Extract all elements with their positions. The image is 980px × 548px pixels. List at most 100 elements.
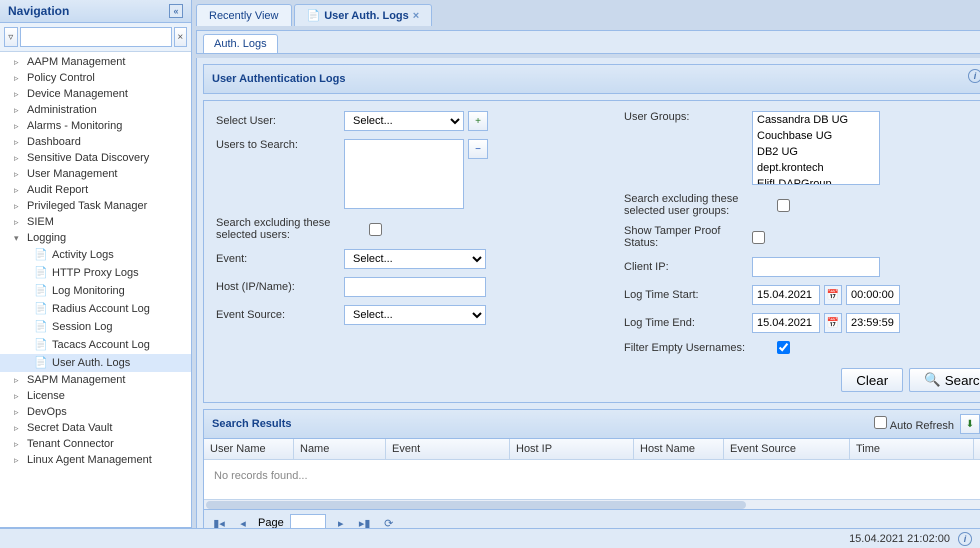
expand-icon: ▹ [14,455,23,466]
sidebar-child-item[interactable]: 📄Session Log [0,318,191,336]
expand-icon: ▹ [14,217,23,228]
calendar-icon[interactable]: 📅 [824,313,842,333]
sidebar-item[interactable]: ▹Sensitive Data Discovery [0,150,191,166]
sidebar-child-item[interactable]: 📄Radius Account Log [0,300,191,318]
main-area: Recently View 📄 User Auth. Logs × Auth. … [192,0,980,548]
sidebar-item[interactable]: ▹Administration [0,102,191,118]
add-user-icon[interactable]: + [468,111,488,131]
sidebar-item[interactable]: ▹Privileged Task Manager [0,198,191,214]
log-start-label: Log Time Start: [624,289,744,301]
expand-icon: ▹ [14,391,23,402]
exclude-users-checkbox[interactable] [369,223,382,236]
user-groups-label: User Groups: [624,111,744,123]
results-title: Search Results [212,418,291,430]
panel-title: User Authentication Logs [212,73,345,85]
list-item[interactable]: Cassandra DB UG [753,112,879,128]
sidebar-item[interactable]: ▹Policy Control [0,70,191,86]
users-to-search-box[interactable] [344,139,464,209]
tamper-checkbox[interactable] [752,231,765,244]
search-button[interactable]: 🔍Search [909,368,980,392]
sidebar-item[interactable]: ▹User Management [0,166,191,182]
export-icon[interactable]: ⬇ [960,414,980,434]
sidebar-child-item[interactable]: 📄User Auth. Logs [0,354,191,372]
column-header[interactable]: Host IP [510,439,634,459]
nav-toolbar: ▿ × [0,23,191,52]
log-icon: 📄 [307,9,321,22]
sidebar-item[interactable]: ▹AAPM Management [0,54,191,70]
collapse-icon: ▾ [14,233,23,244]
list-item[interactable]: ElifLDAPGroup [753,176,879,185]
filter-empty-checkbox[interactable] [777,341,790,354]
sidebar-item[interactable]: ▹DevOps [0,404,191,420]
sidebar-item[interactable]: ▹SAPM Management [0,372,191,388]
sidebar-child-item[interactable]: 📄HTTP Proxy Logs [0,264,191,282]
results-panel: Search Results Auto Refresh ⬇ ▴ User Nam… [203,409,980,537]
users-to-search-label: Users to Search: [216,139,336,151]
event-source-dropdown[interactable]: Select... [344,305,486,325]
sidebar-header: Navigation « [0,0,191,23]
tab-recently-view[interactable]: Recently View [196,4,292,26]
filter-empty-label: Filter Empty Usernames: [624,342,769,354]
sidebar-child-item[interactable]: 📄Log Monitoring [0,282,191,300]
log-end-label: Log Time End: [624,317,744,329]
log-type-icon: 📄 [34,266,48,280]
tab-user-auth-logs[interactable]: 📄 User Auth. Logs × [294,4,433,26]
sidebar-item[interactable]: ▹Dashboard [0,134,191,150]
clear-button[interactable]: Clear [841,368,903,392]
log-type-icon: 📄 [34,356,48,370]
log-start-date-input[interactable] [752,285,820,305]
sidebar-item[interactable]: ▹Device Management [0,86,191,102]
status-bar: 15.04.2021 21:02:00 i [0,528,980,548]
list-item[interactable]: DB2 UG [753,144,879,160]
remove-user-icon[interactable]: − [468,139,488,159]
column-header[interactable]: Name [294,439,386,459]
close-tab-icon[interactable]: × [413,10,419,22]
column-header[interactable]: Event [386,439,510,459]
column-header[interactable]: Time [850,439,974,459]
calendar-icon[interactable]: 📅 [824,285,842,305]
collapse-sidebar-icon[interactable]: « [169,4,183,18]
sidebar-item-logging[interactable]: ▾Logging [0,230,191,246]
help-icon[interactable]: i [968,69,980,83]
nav-search-input[interactable] [20,27,172,47]
horizontal-scrollbar[interactable] [204,499,980,509]
sidebar-item[interactable]: ▹Tenant Connector [0,436,191,452]
client-ip-label: Client IP: [624,261,744,273]
status-datetime: 15.04.2021 21:02:00 [849,533,950,545]
user-groups-listbox[interactable]: Cassandra DB UGCouchbase UGDB2 UGdept.kr… [752,111,880,185]
column-header[interactable]: Clier [974,439,980,459]
expand-icon: ▹ [14,137,23,148]
sidebar-item[interactable]: ▹License [0,388,191,404]
select-user-dropdown[interactable]: Select... [344,111,464,131]
list-item[interactable]: Couchbase UG [753,128,879,144]
subtab-auth-logs[interactable]: Auth. Logs [203,34,278,53]
host-input[interactable] [344,277,486,297]
log-start-time-input[interactable] [846,285,900,305]
sidebar-child-item[interactable]: 📄Activity Logs [0,246,191,264]
event-dropdown[interactable]: Select... [344,249,486,269]
column-header[interactable]: Host Name [634,439,724,459]
log-end-time-input[interactable] [846,313,900,333]
auto-refresh-checkbox[interactable] [874,416,887,429]
client-ip-input[interactable] [752,257,880,277]
column-header[interactable]: Event Source [724,439,850,459]
column-header[interactable]: User Name [204,439,294,459]
sidebar-item[interactable]: ▹Linux Agent Management [0,452,191,468]
log-end-date-input[interactable] [752,313,820,333]
expand-icon: ▹ [14,439,23,450]
clear-search-icon[interactable]: × [174,27,188,47]
filter-icon[interactable]: ▿ [4,27,18,47]
sidebar-item[interactable]: ▹SIEM [0,214,191,230]
exclude-groups-checkbox[interactable] [777,199,790,212]
sidebar-child-item[interactable]: 📄Tacacs Account Log [0,336,191,354]
grid-body: No records found... [204,460,980,499]
sidebar-item[interactable]: ▹Audit Report [0,182,191,198]
list-item[interactable]: dept.krontech [753,160,879,176]
nav-tree: ▹AAPM Management▹Policy Control▹Device M… [0,52,191,527]
sidebar-item[interactable]: ▹Alarms - Monitoring [0,118,191,134]
expand-icon: ▹ [14,201,23,212]
info-icon[interactable]: i [958,532,972,546]
expand-icon: ▹ [14,423,23,434]
sidebar-item[interactable]: ▹Secret Data Vault [0,420,191,436]
exclude-groups-label: Search excluding these selected user gro… [624,193,769,217]
